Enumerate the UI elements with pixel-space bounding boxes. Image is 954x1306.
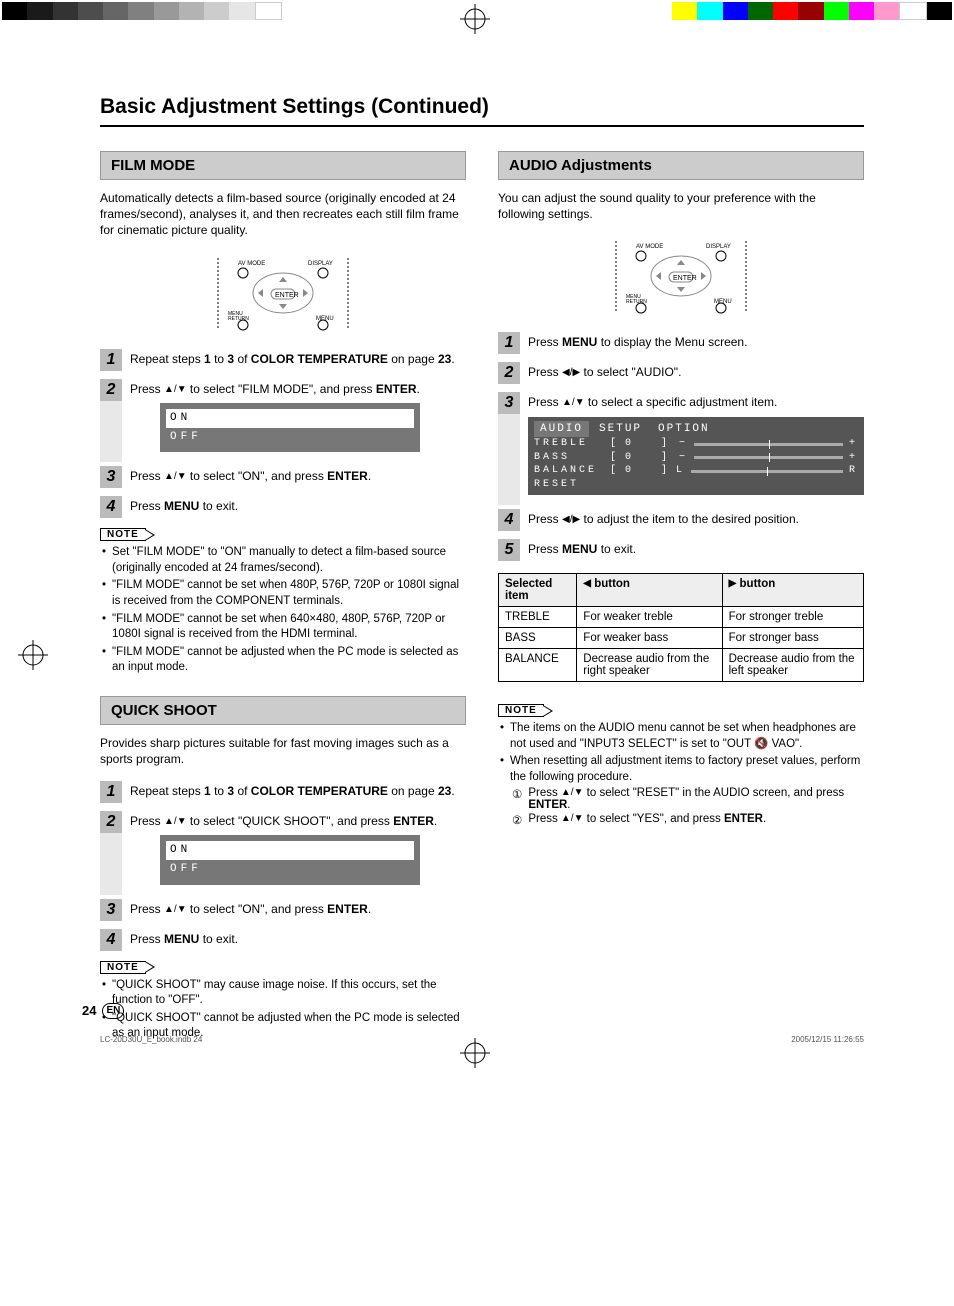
- quick-intro: Provides sharp pictures suitable for fas…: [100, 735, 466, 767]
- step-number: 2: [100, 811, 122, 833]
- svg-text:AV MODE: AV MODE: [238, 261, 265, 267]
- left-right-triangle-icon: ◀/▶: [562, 514, 580, 525]
- quick-shoot-heading: QUICK SHOOT: [100, 696, 466, 725]
- lang-badge: EN: [102, 1003, 124, 1019]
- film-menu-osd: ON OFF: [160, 403, 420, 453]
- quick-step4: Press MENU to exit.: [122, 929, 466, 951]
- right-column: AUDIO Adjustments You can adjust the sou…: [498, 151, 864, 1044]
- step-number: 4: [100, 929, 122, 951]
- audio-sub1: ①Press ▲/▼ to select "RESET" in the AUDI…: [512, 787, 864, 811]
- film-mode-heading: FILM MODE: [100, 151, 466, 180]
- up-down-triangle-icon: ▲/▼: [164, 471, 187, 482]
- film-step3: Press ▲/▼ to select "ON", and press ENTE…: [122, 466, 466, 488]
- film-step1: Repeat steps 1 to 3 of COLOR TEMPERATURE…: [122, 349, 466, 371]
- step-number: 4: [100, 496, 122, 518]
- audio-step3: Press ▲/▼ to select a specific adjustmen…: [520, 392, 864, 505]
- step-number: 1: [498, 332, 520, 354]
- audio-notes: The items on the AUDIO menu cannot be se…: [498, 721, 864, 785]
- quick-menu-osd: ON OFF: [160, 835, 420, 885]
- film-step2: Press ▲/▼ to select "FILM MODE", and pre…: [122, 379, 466, 463]
- audio-sub2: ②Press ▲/▼ to select "YES", and press EN…: [512, 813, 864, 827]
- film-step4: Press MENU to exit.: [122, 496, 466, 518]
- step-number: 1: [100, 781, 122, 803]
- step-number: 5: [498, 539, 520, 561]
- print-footer: LC-20D30U_E_book.indb 24 2005/12/15 11:2…: [100, 1035, 864, 1044]
- left-triangle-icon: ◀: [583, 578, 591, 589]
- step-number: 3: [100, 466, 122, 488]
- table-row: BALANCEDecrease audio from the right spe…: [499, 649, 864, 682]
- page-number: 24 EN: [82, 1003, 124, 1019]
- remote-diagram-icon: AV MODE DISPLAY ENTER MENURETURN MENU: [208, 253, 358, 333]
- step-number: 3: [100, 899, 122, 921]
- note-label: NOTE: [100, 961, 146, 974]
- up-down-triangle-icon: ▲/▼: [164, 384, 187, 395]
- step-number: 1: [100, 349, 122, 371]
- left-column: FILM MODE Automatically detects a film-b…: [100, 151, 466, 1044]
- step-number: 2: [100, 379, 122, 401]
- up-down-triangle-icon: ▲/▼: [164, 816, 187, 827]
- page-title: Basic Adjustment Settings (Continued): [100, 95, 864, 127]
- svg-text:MENU: MENU: [316, 316, 334, 322]
- audio-heading: AUDIO Adjustments: [498, 151, 864, 180]
- note-label: NOTE: [498, 704, 544, 717]
- svg-text:MENU: MENU: [714, 299, 732, 305]
- audio-step2: Press ◀/▶ to select "AUDIO".: [520, 362, 864, 384]
- note-label: NOTE: [100, 528, 146, 541]
- table-row: BASSFor weaker bassFor stronger bass: [499, 628, 864, 649]
- svg-text:DISPLAY: DISPLAY: [308, 261, 333, 267]
- quick-step1: Repeat steps 1 to 3 of COLOR TEMPERATURE…: [122, 781, 466, 803]
- svg-text:DISPLAY: DISPLAY: [706, 244, 731, 250]
- up-down-triangle-icon: ▲/▼: [562, 397, 585, 408]
- audio-osd: AUDIOSETUPOPTION TREBLE[0] −+ BASS[0] −+…: [528, 417, 864, 496]
- audio-step4: Press ◀/▶ to adjust the item to the desi…: [520, 509, 864, 531]
- audio-step1: Press MENU to display the Menu screen.: [520, 332, 864, 354]
- svg-text:ENTER: ENTER: [673, 275, 697, 282]
- step-number: 4: [498, 509, 520, 531]
- svg-text:AV MODE: AV MODE: [636, 244, 663, 250]
- audio-step5: Press MENU to exit.: [520, 539, 864, 561]
- quick-step3: Press ▲/▼ to select "ON", and press ENTE…: [122, 899, 466, 921]
- remote-diagram-icon: AV MODE DISPLAY ENTER MENURETURN MENU: [606, 236, 756, 316]
- quick-step2: Press ▲/▼ to select "QUICK SHOOT", and p…: [122, 811, 466, 895]
- svg-text:ENTER: ENTER: [275, 292, 299, 299]
- step-number: 2: [498, 362, 520, 384]
- quick-notes: "QUICK SHOOT" may cause image noise. If …: [100, 978, 466, 1042]
- film-intro: Automatically detects a film-based sourc…: [100, 190, 466, 239]
- audio-adjust-table: Selected item ◀ button ▶ button TREBLEFo…: [498, 573, 864, 682]
- film-notes: Set "FILM MODE" to "ON" manually to dete…: [100, 545, 466, 675]
- left-right-triangle-icon: ◀/▶: [562, 367, 580, 378]
- up-down-triangle-icon: ▲/▼: [164, 904, 187, 915]
- table-row: TREBLEFor weaker trebleFor stronger treb…: [499, 607, 864, 628]
- step-number: 3: [498, 392, 520, 414]
- audio-intro: You can adjust the sound quality to your…: [498, 190, 864, 222]
